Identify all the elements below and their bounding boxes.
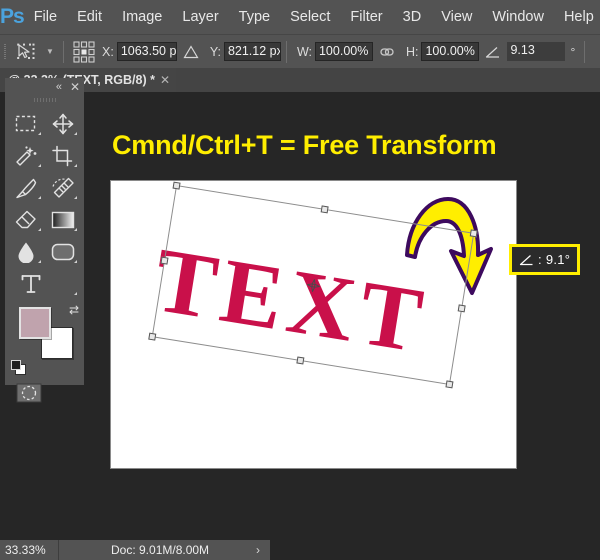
flyout-triangle-icon xyxy=(37,164,41,167)
relative-positioning-icon[interactable] xyxy=(183,44,199,59)
status-bar-inner: 33.33% Doc: 9.01M/8.00M › xyxy=(0,540,270,560)
menu-item-layer[interactable]: Layer xyxy=(172,0,228,34)
w-field[interactable]: 100.00% xyxy=(314,42,373,61)
tool-gradient[interactable] xyxy=(45,205,82,235)
tool-preset-chevron-icon[interactable]: ▼ xyxy=(42,37,58,67)
artboard[interactable]: TEXT xyxy=(111,181,516,468)
flyout-triangle-icon xyxy=(74,196,77,199)
flyout-triangle-icon xyxy=(37,260,41,263)
tool-marquee[interactable] xyxy=(8,109,45,139)
h-field[interactable]: 100.00% xyxy=(421,42,480,61)
zoom-level[interactable]: 33.33% xyxy=(0,543,58,557)
status-bar: 33.33% Doc: 9.01M/8.00M › xyxy=(0,540,600,560)
menu-item-view[interactable]: View xyxy=(431,0,482,34)
tools-panel-header: « ✕ xyxy=(5,78,84,95)
photoshop-window: Ps File Edit Image Layer Type Select Fil… xyxy=(0,0,600,560)
flyout-triangle-icon xyxy=(74,260,77,263)
transform-pivot-point[interactable] xyxy=(305,278,321,294)
degree-unit-label: ° xyxy=(570,44,576,59)
angle-icon xyxy=(519,254,534,266)
transform-handle-nw[interactable] xyxy=(172,181,181,190)
transform-handle-s[interactable] xyxy=(296,356,305,365)
flyout-triangle-icon xyxy=(37,228,41,231)
angle-callout: : 9.1° xyxy=(509,244,581,275)
menu-item-file[interactable]: File xyxy=(24,0,67,34)
document-size-info: Doc: 9.01M/8.00M xyxy=(111,543,210,557)
tool-clone-stamp[interactable] xyxy=(45,173,82,203)
flyout-triangle-icon xyxy=(37,132,41,135)
angle-field[interactable]: 9.13 xyxy=(507,42,566,61)
menu-bar: Ps File Edit Image Layer Type Select Fil… xyxy=(0,0,600,34)
transform-handle-n[interactable] xyxy=(320,205,329,214)
menu-item-window[interactable]: Window xyxy=(482,0,554,34)
tool-eraser[interactable] xyxy=(8,205,45,235)
flyout-triangle-icon xyxy=(37,196,41,199)
close-icon[interactable]: ✕ xyxy=(70,80,80,94)
color-swatches: ⇄ xyxy=(5,301,84,379)
menu-item-edit[interactable]: Edit xyxy=(67,0,112,34)
reference-point-grid[interactable] xyxy=(71,39,97,65)
status-expand-icon[interactable]: › xyxy=(256,543,270,557)
y-field-label: Y: xyxy=(209,44,221,59)
foreground-color-swatch[interactable] xyxy=(19,307,51,339)
swap-colors-icon[interactable]: ⇄ xyxy=(69,303,79,317)
transform-handle-ne[interactable] xyxy=(469,229,478,238)
tool-blur[interactable] xyxy=(8,237,45,267)
options-bar: ▼ X: 1063.50 p Y: 821.12 px W: 100.00% H… xyxy=(0,34,600,68)
flyout-triangle-icon xyxy=(74,164,77,167)
y-field[interactable]: 821.12 px xyxy=(223,42,281,61)
flyout-triangle-icon xyxy=(74,228,77,231)
transform-handle-sw[interactable] xyxy=(148,332,157,341)
tool-move[interactable] xyxy=(45,109,82,139)
x-field[interactable]: 1063.50 p xyxy=(116,42,177,61)
page-title: Cmnd/Ctrl+T = Free Transform xyxy=(112,130,497,160)
menu-item-filter[interactable]: Filter xyxy=(340,0,392,34)
tool-type[interactable] xyxy=(8,269,81,299)
options-divider-2 xyxy=(285,40,287,63)
canvas-stage[interactable]: Cmnd/Ctrl+T = Free Transform TEXT: 9.1° xyxy=(0,92,600,540)
quick-mask-button[interactable] xyxy=(5,379,84,407)
angle-callout-text: : 9.1° xyxy=(538,252,571,267)
x-field-label: X: xyxy=(102,44,114,59)
menu-item-type[interactable]: Type xyxy=(229,0,280,34)
transform-handle-e[interactable] xyxy=(457,304,466,313)
tools-panel-grip[interactable] xyxy=(5,95,84,105)
tool-magic-wand[interactable] xyxy=(8,141,45,171)
flyout-triangle-icon xyxy=(74,292,77,295)
tools-panel: « ✕ ⇄ xyxy=(5,78,84,403)
collapse-icon[interactable]: « xyxy=(56,81,62,93)
flyout-triangle-icon xyxy=(74,132,77,135)
photoshop-logo: Ps xyxy=(0,5,25,28)
tool-brush[interactable] xyxy=(8,173,45,203)
move-tool-icon[interactable] xyxy=(10,37,42,67)
options-divider-3 xyxy=(584,40,586,63)
menu-item-help[interactable]: Help xyxy=(554,0,600,34)
menu-item-image[interactable]: Image xyxy=(112,0,172,34)
transform-handle-w[interactable] xyxy=(160,256,169,265)
h-field-label: H: xyxy=(405,44,419,59)
menu-item-select[interactable]: Select xyxy=(280,0,340,34)
rotate-angle-icon xyxy=(485,45,501,59)
w-field-label: W: xyxy=(296,44,312,59)
tool-grid xyxy=(5,105,84,299)
link-aspect-ratio-icon[interactable] xyxy=(378,46,396,58)
options-divider-1 xyxy=(63,40,64,63)
tool-crop[interactable] xyxy=(45,141,82,171)
transform-handle-se[interactable] xyxy=(445,380,454,389)
tool-shape[interactable] xyxy=(45,237,82,267)
default-colors-icon[interactable] xyxy=(11,360,26,375)
options-bar-grip[interactable] xyxy=(0,35,10,69)
document-tab-bar: @ 33.3% (TEXT, RGB/8) * ✕ xyxy=(0,68,600,92)
menu-item-3d[interactable]: 3D xyxy=(393,0,432,34)
close-icon[interactable]: ✕ xyxy=(160,73,170,87)
